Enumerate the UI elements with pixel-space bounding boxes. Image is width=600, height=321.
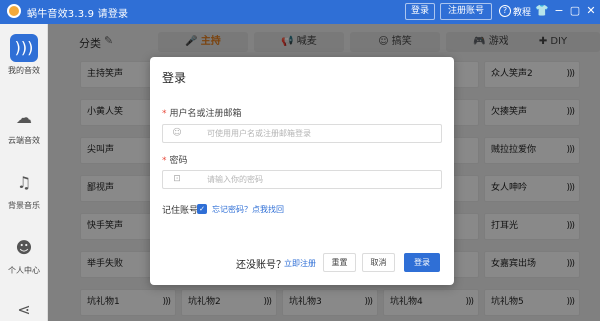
help-icon[interactable]: ?	[499, 5, 511, 17]
sidebar-item-bgm[interactable]: ♫ 背景音乐	[0, 169, 48, 211]
password-field[interactable]: ⊡	[162, 170, 442, 189]
share-icon: ⋖	[17, 300, 31, 319]
sidebar-item-label: 云端音效	[8, 136, 40, 145]
username-field[interactable]: ☺	[162, 124, 442, 143]
register-now-link[interactable]: 立即注册	[284, 258, 316, 269]
password-label: * 密码	[162, 156, 188, 166]
close-icon[interactable]: ✕	[584, 4, 598, 18]
remember-label: 记住账号	[162, 206, 199, 216]
music-disc-icon: ♫	[16, 173, 32, 192]
forgot-password-link[interactable]: 忘记密码？点我找回	[212, 204, 284, 215]
restore-icon[interactable]: ▢	[568, 4, 582, 18]
user-icon: ☻	[15, 238, 33, 257]
title-bar: 蜗牛音效3.3.9 请登录 登录 注册账号 ? 教程 👕 − ▢ ✕	[0, 0, 600, 24]
sidebar-item-label: 个人中心	[8, 266, 40, 275]
minimize-icon[interactable]: −	[552, 4, 566, 18]
sound-wave-icon: )))	[10, 34, 38, 62]
help-label[interactable]: 教程	[513, 5, 531, 18]
dialog-title: 登录	[162, 71, 187, 85]
shirt-icon[interactable]: 👕	[535, 4, 549, 18]
sidebar: ))) 我的音效 ☁ 云端音效 ♫ 背景音乐 ☻ 个人中心 ⋖	[0, 24, 48, 321]
cancel-button[interactable]: 取消	[362, 253, 395, 272]
sidebar-item-share[interactable]: ⋖	[0, 296, 48, 321]
username-input[interactable]	[207, 127, 427, 140]
no-account-label: 还没账号？	[236, 260, 286, 271]
titlebar-register-button[interactable]: 注册账号	[440, 3, 492, 20]
cloud-icon: ☁	[16, 108, 32, 127]
titlebar-login-button[interactable]: 登录	[405, 3, 435, 20]
username-label: * 用户名或注册邮箱	[162, 109, 242, 119]
sidebar-item-label: 背景音乐	[8, 201, 40, 210]
password-input[interactable]	[207, 173, 427, 186]
app-title: 蜗牛音效3.3.9 请登录	[27, 9, 129, 20]
sidebar-item-label: 我的音效	[8, 66, 40, 75]
sidebar-item-profile[interactable]: ☻ 个人中心	[0, 234, 48, 276]
login-dialog: 登录 *用户名或注册邮箱 ☺ *密码 ⊡ 记住账号 ✓ 忘记密码？点我找回 还没…	[150, 57, 454, 285]
sidebar-item-my-sounds[interactable]: ))) 我的音效	[0, 34, 48, 76]
remember-checkbox[interactable]: ✓	[197, 204, 207, 214]
user-icon: ☺	[172, 128, 182, 138]
sidebar-item-cloud-sounds[interactable]: ☁ 云端音效	[0, 104, 48, 146]
reset-button[interactable]: 重置	[323, 253, 356, 272]
login-button[interactable]: 登录	[404, 253, 440, 272]
snail-logo-icon	[7, 4, 21, 18]
lock-icon: ⊡	[173, 174, 181, 184]
